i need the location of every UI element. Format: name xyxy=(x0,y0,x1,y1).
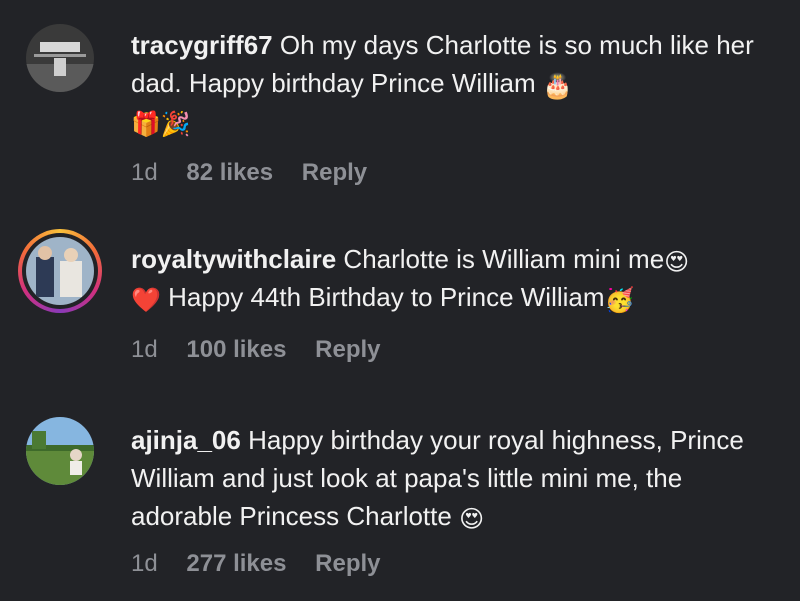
avatar[interactable] xyxy=(26,417,94,485)
reply-button[interactable]: Reply xyxy=(315,550,380,577)
photo-avatar-icon xyxy=(26,417,94,485)
comment-meta: 1d 100 likes Reply xyxy=(131,336,403,364)
comment-username[interactable]: ajinja_06 xyxy=(131,425,241,455)
comment-body-line2: Happy 44th Birthday to Prince William xyxy=(160,282,605,312)
comment-meta: 1d 82 likes Reply xyxy=(131,159,389,187)
avatar[interactable] xyxy=(26,24,94,92)
comment-username[interactable]: tracygriff67 xyxy=(131,30,273,60)
comment-time: 1d xyxy=(131,550,158,577)
comment-meta: 1d 277 likes Reply xyxy=(131,550,403,578)
comment-body: Charlotte is William mini me xyxy=(336,244,665,274)
likes-count[interactable]: 82 likes xyxy=(186,159,273,186)
comment-time: 1d xyxy=(131,159,158,186)
comment-text: ajinja_06 Happy birthday your royal high… xyxy=(131,421,771,535)
likes-count[interactable]: 277 likes xyxy=(186,550,286,577)
party-face-emoji-icon: 🥳 xyxy=(604,286,635,314)
comment-time: 1d xyxy=(131,336,158,363)
photo-avatar-icon xyxy=(26,237,94,305)
red-heart-emoji-icon: ❤️ xyxy=(131,286,161,314)
comment-text: royaltywithclaire Charlotte is William m… xyxy=(131,240,771,316)
likes-count[interactable]: 100 likes xyxy=(186,336,286,363)
comment-username[interactable]: royaltywithclaire xyxy=(131,244,336,274)
photo-avatar-icon xyxy=(26,24,94,92)
cake-emoji-icon: 🎂 xyxy=(542,72,573,100)
gift-party-emoji-icon: 🎁🎉 xyxy=(131,110,191,138)
comment-text: tracygriff67 Oh my days Charlotte is so … xyxy=(131,26,771,140)
heart-eyes-emoji-icon: 😍 xyxy=(664,248,690,276)
avatar xyxy=(26,237,94,305)
story-ring[interactable] xyxy=(18,229,102,313)
reply-button[interactable]: Reply xyxy=(302,159,367,186)
heart-eyes-emoji-icon: 😍 xyxy=(459,505,485,533)
reply-button[interactable]: Reply xyxy=(315,336,380,363)
